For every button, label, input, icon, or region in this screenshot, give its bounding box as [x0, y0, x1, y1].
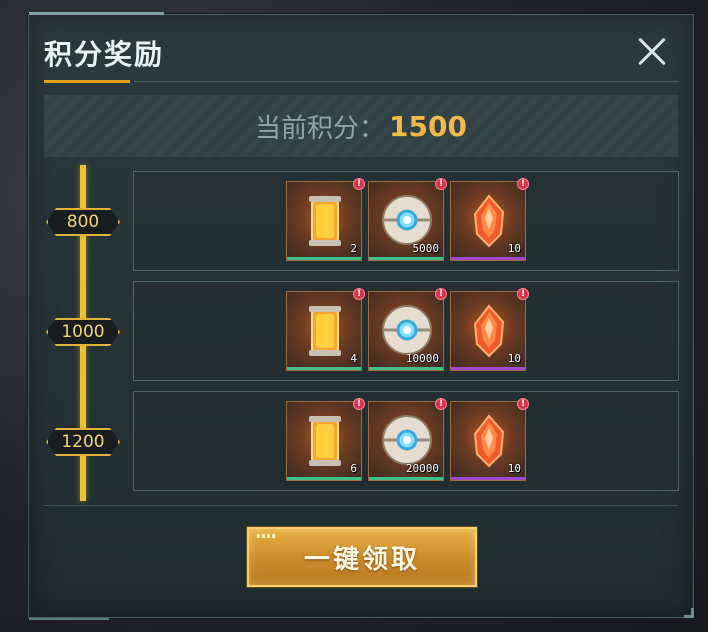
item-count: 5000 — [412, 242, 440, 255]
milestone-points: 800 — [66, 212, 100, 232]
panel-corner-decoration — [684, 608, 694, 618]
item-count: 4 — [350, 352, 357, 365]
reward-list: ! 4 ! 10000 ! 10 — [286, 288, 529, 371]
milestone-points: 1000 — [61, 322, 105, 342]
milestone-marker: 800 — [46, 208, 120, 236]
tier-row: ! 4 ! 10000 ! 10 — [133, 281, 679, 381]
reward-panel: 积分奖励 当前积分： 1500 800 ! 2 ! 5000 ! 10 1000… — [28, 12, 694, 620]
reward-item[interactable]: ! 20000 — [368, 398, 447, 481]
item-count: 10 — [507, 242, 521, 255]
reward-item[interactable]: ! 4 — [286, 288, 365, 371]
alert-badge-icon: ! — [435, 178, 447, 190]
alert-badge-icon: ! — [517, 288, 529, 300]
panel-top-accent — [29, 12, 164, 15]
score-label: 当前积分： — [255, 113, 386, 144]
panel-title: 积分奖励 — [44, 38, 165, 71]
alert-badge-icon: ! — [435, 288, 447, 300]
milestone-points: 1200 — [61, 432, 105, 452]
panel-bottom-accent — [29, 618, 109, 620]
claim-all-label: 一键领取 — [303, 544, 420, 575]
alert-badge-icon: ! — [353, 178, 365, 190]
reward-item[interactable]: ! 10000 — [368, 288, 447, 371]
reward-list: ! 6 ! 20000 ! 10 — [286, 398, 529, 481]
alert-badge-icon: ! — [353, 398, 365, 410]
reward-item[interactable]: ! 5000 — [368, 178, 447, 261]
energy-canister-icon — [309, 196, 341, 246]
reward-item[interactable]: ! 6 — [286, 398, 365, 481]
close-icon[interactable] — [633, 33, 671, 71]
reward-item[interactable]: ! 10 — [450, 178, 529, 261]
button-stripes-decoration — [257, 534, 275, 538]
alert-badge-icon: ! — [517, 178, 529, 190]
energy-canister-icon — [309, 306, 341, 356]
alert-badge-icon: ! — [517, 398, 529, 410]
reward-item[interactable]: ! 2 — [286, 178, 365, 261]
tier-row: ! 2 ! 5000 ! 10 — [133, 171, 679, 271]
reward-list: ! 2 ! 5000 ! 10 — [286, 178, 529, 261]
alert-badge-icon: ! — [353, 288, 365, 300]
title-underline — [44, 80, 130, 83]
title-divider — [134, 81, 679, 82]
tier-row: ! 6 ! 20000 ! 10 — [133, 391, 679, 491]
alert-badge-icon: ! — [435, 398, 447, 410]
item-count: 10 — [507, 352, 521, 365]
claim-all-button[interactable]: 一键领取 — [247, 527, 477, 587]
current-score-bar: 当前积分： 1500 — [44, 95, 678, 157]
item-count: 10000 — [405, 352, 439, 365]
reward-item[interactable]: ! 10 — [450, 398, 529, 481]
item-count: 10 — [507, 462, 521, 475]
score-value: 1500 — [389, 109, 467, 143]
bottom-divider — [44, 505, 678, 506]
milestone-marker: 1200 — [46, 428, 120, 456]
milestone-marker: 1000 — [46, 318, 120, 346]
item-count: 6 — [350, 462, 357, 475]
item-count: 20000 — [405, 462, 439, 475]
reward-item[interactable]: ! 10 — [450, 288, 529, 371]
energy-canister-icon — [309, 416, 341, 466]
item-count: 2 — [350, 242, 357, 255]
